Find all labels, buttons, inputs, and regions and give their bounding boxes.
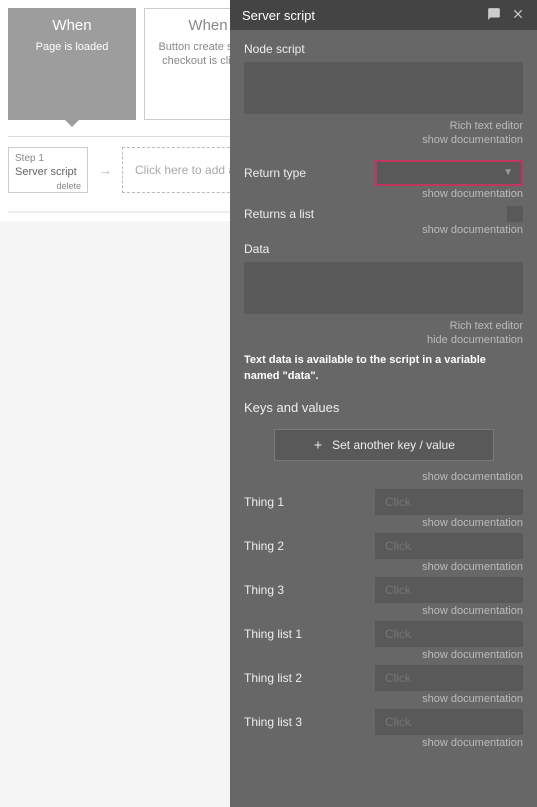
kv-doc[interactable]: show documentation: [244, 471, 523, 483]
event-subtitle: Page is loaded: [9, 40, 135, 54]
rich-text-link[interactable]: Rich text editor: [450, 320, 523, 332]
event-title: When: [9, 17, 135, 34]
thing-row: Thing list 1: [244, 621, 523, 647]
close-icon[interactable]: [511, 7, 525, 24]
thing-row: Thing 3: [244, 577, 523, 603]
keys-values-label: Keys and values: [244, 400, 523, 415]
event-card-page-loaded[interactable]: When Page is loaded: [8, 8, 136, 120]
panel-title: Server script: [242, 8, 315, 23]
thing-input[interactable]: [375, 489, 523, 515]
thing-label: Thing list 3: [244, 715, 302, 729]
step-number: Step 1: [15, 152, 81, 165]
thing-label: Thing 3: [244, 583, 284, 597]
plus-icon: [312, 439, 324, 451]
thing-doc[interactable]: show documentation: [244, 605, 523, 617]
thing-input[interactable]: [375, 533, 523, 559]
thing-label: Thing list 1: [244, 627, 302, 641]
thing-doc[interactable]: show documentation: [244, 517, 523, 529]
data-input[interactable]: [244, 262, 523, 314]
comment-icon[interactable]: [487, 7, 501, 24]
node-script-input[interactable]: [244, 62, 523, 114]
step-card-server-script[interactable]: Step 1 Server script delete: [8, 147, 88, 193]
thing-label: Thing 2: [244, 539, 284, 553]
returns-list-label: Returns a list: [244, 207, 314, 221]
return-type-select[interactable]: ▼: [375, 160, 523, 186]
thing-input[interactable]: [375, 577, 523, 603]
data-hint: Text data is available to the script in …: [244, 353, 523, 384]
add-key-value-button[interactable]: Set another key / value: [274, 429, 494, 461]
thing-label: Thing list 2: [244, 671, 302, 685]
thing-row: Thing 1: [244, 489, 523, 515]
thing-row: Thing list 2: [244, 665, 523, 691]
thing-input[interactable]: [375, 621, 523, 647]
thing-input[interactable]: [375, 665, 523, 691]
step-delete[interactable]: delete: [15, 181, 81, 193]
add-kv-label: Set another key / value: [332, 438, 455, 452]
step-title: Server script: [15, 165, 81, 179]
thing-doc[interactable]: show documentation: [244, 561, 523, 573]
things-container: Thing 1 show documentation Thing 2 show …: [244, 489, 523, 749]
active-indicator: [64, 119, 80, 127]
thing-doc[interactable]: show documentation: [244, 649, 523, 661]
rich-text-link[interactable]: Rich text editor: [450, 120, 523, 132]
returns-list-doc[interactable]: show documentation: [244, 224, 523, 236]
return-type-label: Return type: [244, 166, 306, 180]
thing-row: Thing list 3: [244, 709, 523, 735]
arrow-right-icon: →: [98, 162, 112, 178]
panel-header: Server script: [230, 0, 537, 30]
thing-doc[interactable]: show documentation: [244, 693, 523, 705]
property-panel: Server script Node script Rich text edit…: [230, 0, 537, 807]
thing-row: Thing 2: [244, 533, 523, 559]
hide-doc-link[interactable]: hide documentation: [427, 334, 523, 346]
thing-doc[interactable]: show documentation: [244, 737, 523, 749]
returns-list-checkbox[interactable]: [507, 206, 523, 222]
data-doc-links: Rich text editor hide documentation: [244, 319, 523, 348]
thing-label: Thing 1: [244, 495, 284, 509]
data-label: Data: [244, 242, 523, 256]
show-doc-link[interactable]: show documentation: [422, 134, 523, 146]
node-script-label: Node script: [244, 42, 523, 56]
thing-input[interactable]: [375, 709, 523, 735]
return-type-doc[interactable]: show documentation: [244, 188, 523, 200]
chevron-down-icon: ▼: [503, 167, 513, 178]
node-script-doc-links: Rich text editor show documentation: [244, 119, 523, 148]
